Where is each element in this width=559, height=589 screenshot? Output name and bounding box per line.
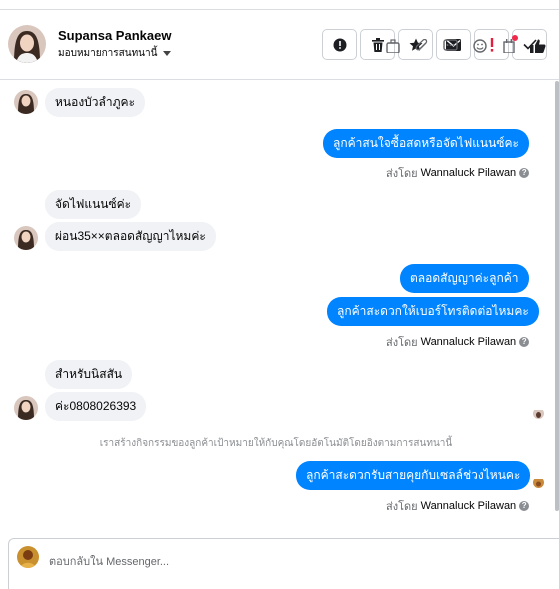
contact-avatar-small bbox=[14, 226, 38, 250]
trash-icon bbox=[371, 37, 384, 52]
briefcase-icon bbox=[385, 39, 400, 53]
incoming-message[interactable]: จัดไฟแนนซ์ค่ะ bbox=[45, 190, 142, 219]
smiley-icon bbox=[472, 39, 487, 53]
message-thread: หนองบัวลำภูคะ ลูกค้าสนใจซื้อสดหรือจัดไฟแ… bbox=[0, 81, 552, 521]
contact-name[interactable]: Supansa Pankaew bbox=[58, 28, 171, 43]
composer-toolbar bbox=[384, 39, 546, 53]
help-icon[interactable]: ? bbox=[519, 168, 530, 178]
sender-name[interactable]: Wannaluck Pilawan bbox=[421, 336, 517, 348]
info-icon bbox=[333, 38, 346, 51]
thread-scrollbar[interactable] bbox=[555, 81, 559, 511]
page-avatar bbox=[17, 546, 39, 568]
notification-dot bbox=[512, 35, 518, 41]
like-button[interactable] bbox=[529, 39, 546, 53]
paperclip-icon bbox=[415, 39, 427, 51]
outgoing-message[interactable]: ลูกค้าสะดวกรับสายคุยกับเซลล์ช่วงไหนคะ bbox=[296, 461, 531, 490]
sender-name[interactable]: Wannaluck Pilawan bbox=[421, 167, 517, 179]
sent-by-prefix: ส่งโดย bbox=[386, 337, 418, 349]
contact-avatar-small bbox=[14, 396, 38, 420]
sent-by: ส่งโดย Wannaluck Pilawan ? bbox=[386, 333, 530, 351]
contact-avatar[interactable] bbox=[8, 25, 46, 63]
incoming-message[interactable]: ผ่อน35××ตลอดสัญญาไหมค่ะ bbox=[45, 222, 216, 251]
info-button[interactable] bbox=[322, 29, 357, 60]
chat-bubble-icon bbox=[443, 39, 458, 51]
top-border bbox=[0, 0, 559, 10]
incoming-message[interactable]: หนองบัวลำภูคะ bbox=[45, 88, 146, 117]
contact-avatar-small bbox=[14, 90, 38, 114]
appointment-button[interactable] bbox=[500, 39, 517, 53]
attach-button[interactable] bbox=[413, 39, 430, 53]
incoming-message[interactable]: ค่ะ0808026393 bbox=[45, 392, 147, 421]
calendar-icon bbox=[502, 39, 515, 53]
sent-by: ส่งโดย Wannaluck Pilawan ? bbox=[386, 497, 530, 515]
sent-by: ส่งโดย Wannaluck Pilawan ? bbox=[386, 164, 530, 182]
outgoing-message[interactable]: ลูกค้าสะดวกให้เบอร์โทรติดต่อไหมคะ bbox=[327, 297, 539, 326]
chevron-down-icon bbox=[163, 51, 172, 56]
reply-input[interactable]: ตอบกลับใน Messenger... bbox=[49, 552, 169, 570]
sent-by-prefix: ส่งโดย bbox=[386, 501, 418, 513]
assign-dropdown[interactable]: มอบหมายการสนทนานี้ bbox=[58, 46, 172, 61]
incoming-message[interactable]: สำหรับนิสสัน bbox=[45, 360, 133, 389]
seen-avatar bbox=[533, 477, 544, 488]
outgoing-message[interactable]: ตลอดสัญญาค่ะลูกค้า bbox=[400, 264, 529, 293]
auto-activity-notice: เราสร้างกิจกรรมของลูกค้าเป้าหมายให้กับคุ… bbox=[99, 438, 453, 449]
emoji-button[interactable] bbox=[471, 39, 488, 53]
outgoing-message[interactable]: ลูกค้าสนใจซื้อสดหรือจัดไฟแนนซ์คะ bbox=[323, 129, 529, 158]
sender-name[interactable]: Wannaluck Pilawan bbox=[421, 500, 517, 512]
reply-composer[interactable]: ตอบกลับใน Messenger... bbox=[8, 538, 559, 589]
help-icon[interactable]: ? bbox=[519, 501, 530, 511]
saved-reply-button[interactable] bbox=[384, 39, 401, 53]
seen-avatar bbox=[533, 408, 544, 419]
quick-reply-button[interactable] bbox=[442, 39, 459, 53]
sent-by-prefix: ส่งโดย bbox=[386, 168, 418, 180]
help-icon[interactable]: ? bbox=[519, 337, 530, 347]
thumbs-up-icon bbox=[529, 39, 546, 53]
assign-label: มอบหมายการสนทนานี้ bbox=[58, 48, 158, 59]
